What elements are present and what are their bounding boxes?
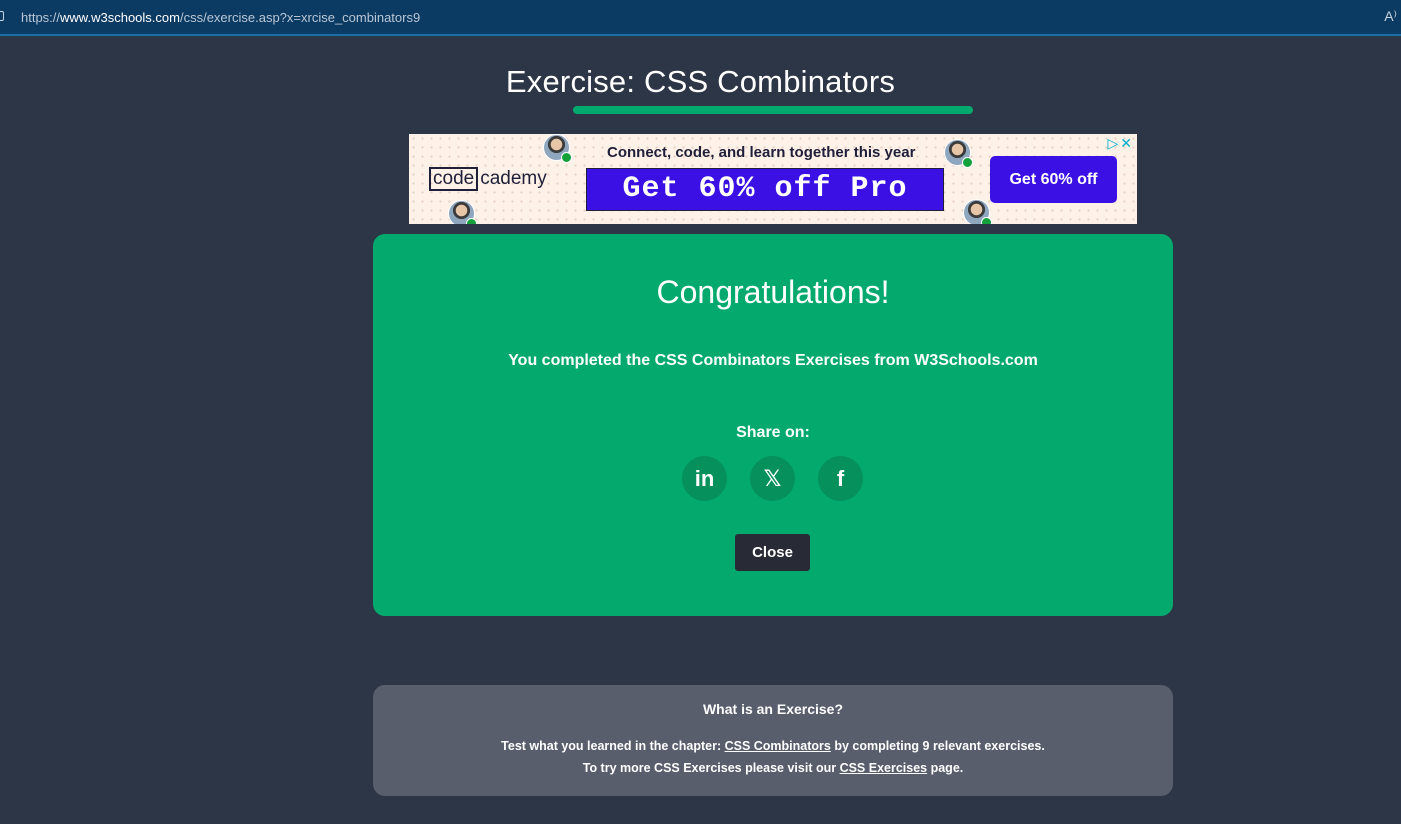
info-line-2-text: To try more CSS Exercises please visit o… bbox=[582, 761, 840, 775]
address-bar[interactable]: https://www.w3schools.com/css/exercise.a… bbox=[0, 0, 1401, 36]
completion-message: You completed the CSS Combinators Exerci… bbox=[508, 352, 1038, 369]
congratulations-panel: Congratulations! You completed the CSS C… bbox=[373, 234, 1173, 616]
close-button[interactable]: Close bbox=[735, 534, 810, 571]
lock-icon bbox=[0, 11, 4, 21]
facebook-icon: f bbox=[836, 466, 845, 491]
info-line-1-text: Test what you learned in the chapter: bbox=[501, 739, 725, 753]
info-line-2-text-end: page. bbox=[927, 761, 964, 775]
url-path: /css/exercise.asp?x=xrcise_combinators9 bbox=[179, 10, 421, 25]
online-dot bbox=[962, 157, 973, 168]
avatar bbox=[448, 200, 477, 224]
exercise-info-box: What is an Exercise? Test what you learn… bbox=[373, 685, 1173, 796]
title-underline bbox=[573, 106, 973, 114]
avatar bbox=[963, 199, 992, 224]
url-text[interactable]: https://www.w3schools.com/css/exercise.a… bbox=[21, 10, 420, 25]
url-domain: www.w3schools.com bbox=[60, 10, 180, 25]
linkedin-icon: in bbox=[694, 466, 715, 491]
ad-tagline: Connect, code, and learn together this y… bbox=[607, 144, 916, 161]
facebook-share-button[interactable]: f bbox=[818, 456, 863, 501]
read-aloud-icon[interactable]: A⁾ bbox=[1384, 8, 1397, 25]
codecademy-logo: code cademy bbox=[429, 167, 547, 191]
congratulations-heading: Congratulations! bbox=[656, 274, 890, 310]
x-share-button[interactable]: 𝕏 bbox=[750, 456, 795, 501]
linkedin-share-button[interactable]: in bbox=[682, 456, 727, 501]
adchoices-icon[interactable]: ▷✕ bbox=[1108, 135, 1135, 152]
avatar bbox=[944, 139, 973, 168]
ad-promo-banner[interactable]: Get 60% off Pro bbox=[586, 168, 944, 211]
css-combinators-link[interactable]: CSS Combinators bbox=[725, 739, 831, 753]
url-prefix: https:// bbox=[21, 10, 61, 25]
css-exercises-link[interactable]: CSS Exercises bbox=[840, 761, 928, 775]
share-label: Share on: bbox=[736, 424, 810, 441]
logo-boxed-text: code bbox=[429, 167, 479, 191]
page-title: Exercise: CSS Combinators bbox=[505, 64, 896, 99]
logo-rest-text: cademy bbox=[480, 168, 547, 189]
x-icon: 𝕏 bbox=[763, 466, 782, 491]
info-line-2: To try more CSS Exercises please visit o… bbox=[373, 761, 1173, 775]
ad-cta-button[interactable]: Get 60% off bbox=[990, 156, 1117, 203]
online-dot bbox=[466, 218, 477, 224]
ad-banner[interactable]: code cademy Connect, code, and learn toge… bbox=[409, 134, 1137, 224]
online-dot bbox=[981, 217, 992, 224]
info-title: What is an Exercise? bbox=[702, 701, 844, 717]
avatar bbox=[543, 134, 572, 163]
online-dot bbox=[561, 152, 572, 163]
info-line-1-text-end: by completing 9 relevant exercises. bbox=[830, 739, 1045, 753]
info-line-1: Test what you learned in the chapter: CS… bbox=[373, 739, 1173, 753]
